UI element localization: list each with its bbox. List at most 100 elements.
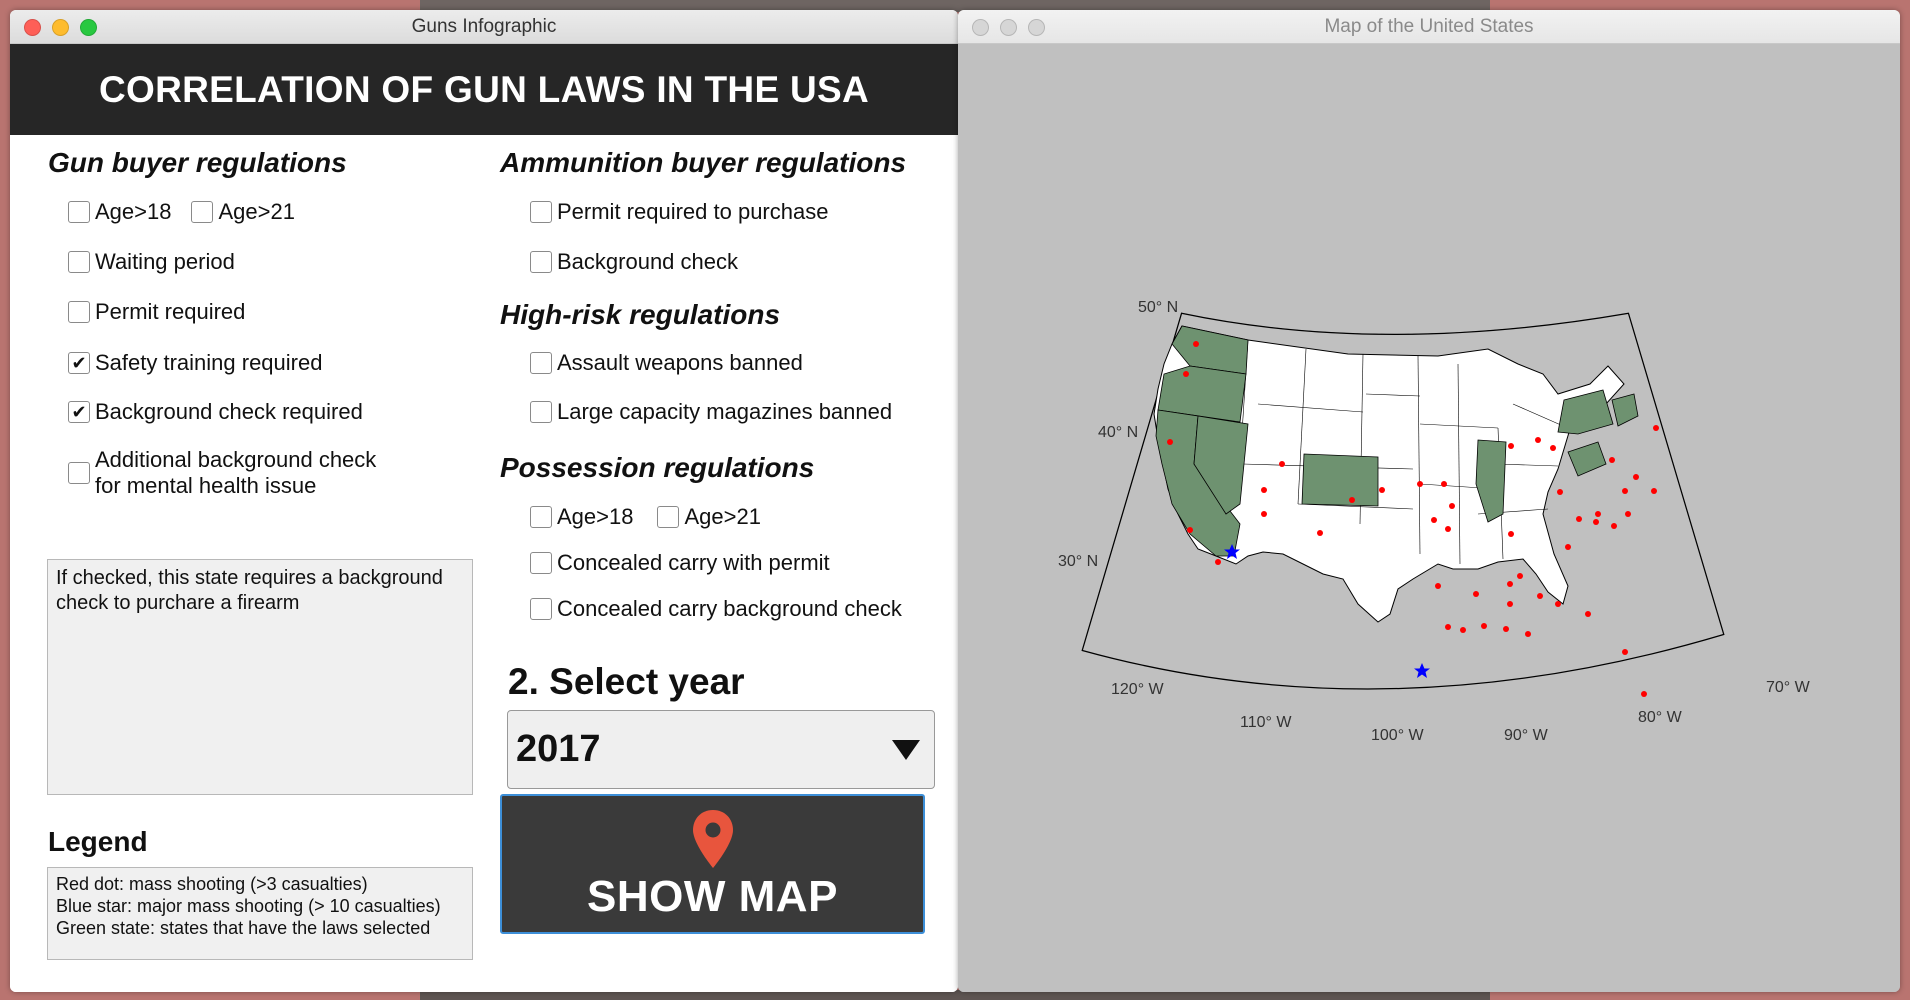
safety-training-checkbox[interactable]: ✔ Safety training required [68,350,322,376]
checkbox-label: Background check [557,249,738,274]
shooting-dot [1193,341,1199,347]
checkbox-box[interactable]: ✔ [68,401,90,423]
checkbox-label: Waiting period [95,249,235,274]
shooting-dot [1585,611,1591,617]
shooting-dot [1435,583,1441,589]
shooting-dot [1261,511,1267,517]
shooting-dot [1441,481,1447,487]
close-button[interactable] [972,19,989,36]
checkbox-box[interactable] [530,251,552,273]
concealed-permit-checkbox[interactable]: Concealed carry with permit [530,550,830,576]
dropdown-arrow-icon [892,739,920,760]
shooting-dot [1503,626,1509,632]
lon-label-90: 90° W [1504,727,1549,744]
shooting-dot [1508,443,1514,449]
lon-label-70: 70° W [1766,679,1811,696]
checkbox-box[interactable] [530,506,552,528]
waiting-period-checkbox[interactable]: Waiting period [68,249,235,275]
checkbox-box[interactable] [68,462,90,484]
checkbox-label: Age>21 [684,504,761,529]
shooting-dot [1611,523,1617,529]
shooting-dot [1431,517,1437,523]
shooting-dot [1215,559,1221,565]
checkbox-box[interactable] [68,251,90,273]
shooting-dot [1508,531,1514,537]
lon-label-110: 110° W [1240,714,1292,731]
checkbox-label: Additional background check for mental h… [95,447,376,499]
shooting-dot [1565,544,1571,550]
lon-label-120: 120° W [1111,681,1165,698]
concealed-background-checkbox[interactable]: Concealed carry background check [530,596,902,622]
controls-panel: Gun buyer regulations Age>18 Age>21 Wait… [10,135,958,992]
info-box: If checked, this state requires a backgr… [47,559,473,795]
background-check-checkbox[interactable]: ✔ Background check required [68,399,363,425]
shooting-dot [1633,474,1639,480]
possession-age-row: Age>18 Age>21 [530,504,781,530]
shooting-dot [1555,601,1561,607]
checkbox-label: Age>18 [95,199,172,224]
ammo-permit-checkbox[interactable]: Permit required to purchase [530,199,828,225]
shooting-dot [1595,511,1601,517]
permit-required-checkbox[interactable]: Permit required [68,299,245,325]
shooting-dot [1653,425,1659,431]
ammo-title: Ammunition buyer regulations [500,147,907,178]
shooting-dot [1622,649,1628,655]
page-title: CORRELATION OF GUN LAWS IN THE USA [10,44,958,135]
lat-label-50: 50° N [1138,299,1178,316]
possession-age21-checkbox[interactable]: Age>21 [657,504,761,530]
mental-health-checkbox[interactable]: Additional background check for mental h… [68,447,376,499]
legend-title: Legend [48,826,148,857]
checkbox-label: Background check required [95,399,363,424]
year-select-value: 2017 [516,728,601,770]
high-risk-title: High-risk regulations [500,299,781,330]
show-map-button[interactable]: SHOW MAP [500,794,925,934]
possession-age18-checkbox[interactable]: Age>18 [530,504,633,530]
checkbox-box[interactable] [191,201,214,223]
window-controls [972,19,1045,36]
shooting-dot [1417,481,1423,487]
legend-green-state: Green state: states that have the laws s… [56,918,431,938]
magazines-checkbox[interactable]: Large capacity magazines banned [530,399,892,425]
shooting-dot [1167,439,1173,445]
year-select[interactable]: 2017 [507,710,935,789]
shooting-dot [1609,457,1615,463]
minimize-button[interactable] [1000,19,1017,36]
gun-age18-checkbox[interactable]: Age>18 [68,199,171,225]
assault-weapons-checkbox[interactable]: Assault weapons banned [530,350,803,376]
mental-label-line1: Additional background check [95,447,377,472]
shooting-dot [1379,487,1385,493]
checkbox-box[interactable] [68,301,90,323]
shooting-dot [1187,527,1193,533]
checkbox-label: Safety training required [95,350,323,375]
window-title: Guns Infographic [411,15,557,37]
checkbox-box[interactable] [530,401,552,423]
mental-label-line2: for mental health issue [95,473,317,498]
lon-label-100: 100° W [1371,727,1425,744]
shooting-dot [1183,371,1189,377]
shooting-dot [1449,503,1455,509]
zoom-button[interactable] [1028,19,1045,36]
zoom-button[interactable] [80,19,97,36]
checkbox-box[interactable] [530,552,552,574]
checkbox-box[interactable] [657,506,680,528]
checkbox-box[interactable] [530,201,552,223]
checkbox-box[interactable] [530,352,552,374]
legend-box: Red dot: mass shooting (>3 casualties) B… [47,867,473,960]
map-canvas: 50° N 40° N 30° N 120° W 110° W 100° W 9… [958,44,1900,992]
minimize-button[interactable] [52,19,69,36]
close-button[interactable] [24,19,41,36]
gun-age21-checkbox[interactable]: Age>21 [191,199,295,225]
lat-label-30: 30° N [1058,553,1098,570]
titlebar: Guns Infographic [10,10,958,44]
shooting-dot [1445,624,1451,630]
checkbox-box[interactable]: ✔ [68,352,90,374]
shooting-dot [1576,516,1582,522]
shooting-dot [1535,437,1541,443]
checkbox-label: Large capacity magazines banned [557,399,893,424]
shooting-dot [1641,691,1647,697]
ammo-background-checkbox[interactable]: Background check [530,249,738,275]
checkbox-box[interactable] [530,598,552,620]
checkbox-box[interactable] [68,201,90,223]
shooting-dot [1550,445,1556,451]
show-map-label: SHOW MAP [587,872,838,921]
